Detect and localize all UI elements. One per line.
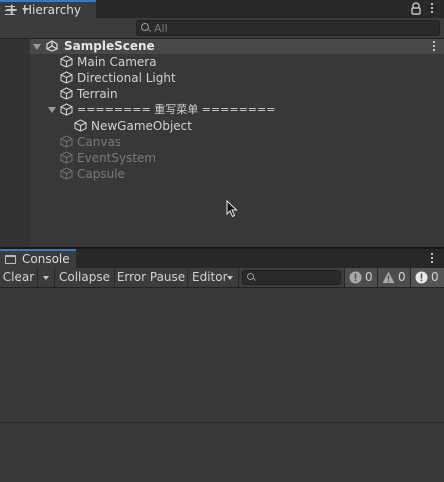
chevron-down-icon (227, 276, 233, 280)
expand-arrow-icon[interactable] (48, 107, 56, 113)
search-icon (247, 273, 254, 280)
gameobject-cube-icon (60, 87, 73, 100)
chevron-down-icon (43, 276, 49, 280)
scene-expand-arrow-icon[interactable] (33, 44, 41, 50)
console-search-field[interactable] (242, 270, 341, 285)
scene-menu-icon[interactable] (432, 41, 436, 53)
hierarchy-item-capsule[interactable]: Capsule (30, 166, 444, 182)
warning-icon (382, 271, 395, 283)
hierarchy-item-label: Directional Light (77, 71, 176, 85)
console-search-input[interactable] (257, 271, 337, 284)
hierarchy-search-input[interactable] (154, 21, 434, 35)
hierarchy-item-new-game-object[interactable]: NewGameObject (30, 118, 444, 134)
editor-dropdown-label: Editor (192, 270, 228, 284)
warning-count-toggle[interactable]: 0 (377, 268, 410, 287)
gameobject-cube-icon (74, 119, 87, 132)
lock-icon[interactable] (410, 2, 422, 15)
hierarchy-item-label: NewGameObject (91, 119, 192, 133)
hierarchy-item-label: Capsule (77, 167, 125, 181)
unity-scene-icon (46, 40, 58, 52)
hierarchy-item-label: Terrain (77, 87, 118, 101)
console-menu-icon[interactable] (430, 253, 434, 265)
hierarchy-item-canvas[interactable]: Canvas (30, 134, 444, 150)
console-icon (5, 255, 16, 264)
warning-count: 0 (398, 270, 406, 284)
error-count-toggle[interactable]: 0 (410, 268, 444, 287)
gameobject-cube-icon (60, 71, 73, 84)
add-icon[interactable]: + (5, 2, 18, 18)
gameobject-cube-icon (60, 55, 73, 68)
gameobject-cube-icon (60, 103, 73, 116)
clear-options-button[interactable] (38, 268, 55, 287)
collapse-button[interactable]: Collapse (55, 268, 115, 287)
error-count: 0 (431, 270, 439, 284)
gameobject-cube-icon (60, 167, 73, 180)
console-log-list[interactable] (0, 288, 444, 422)
editor-dropdown[interactable]: Editor (188, 268, 239, 287)
tab-console[interactable]: Console (0, 249, 76, 268)
gameobject-cube-icon (60, 135, 73, 148)
hierarchy-item-event-system[interactable]: EventSystem (30, 150, 444, 166)
log-count-toggle[interactable]: 0 (344, 268, 377, 287)
gameobject-cube-icon (60, 151, 73, 164)
scene-name: SampleScene (64, 39, 155, 53)
hierarchy-item-label: ======== 重写菜单 ======== (77, 103, 276, 116)
hierarchy-tab-label: Hierarchy (23, 3, 82, 17)
hierarchy-item-label: Main Camera (77, 55, 157, 69)
error-pause-button[interactable]: Error Pause (115, 268, 188, 287)
hierarchy-item-main-camera[interactable]: Main Camera (30, 54, 444, 70)
mouse-cursor-icon (226, 200, 238, 218)
clear-button[interactable]: Clear (0, 268, 38, 287)
log-count: 0 (365, 270, 373, 284)
console-tab-label: Console (22, 252, 70, 266)
info-icon (349, 271, 362, 284)
hierarchy-item-label: EventSystem (77, 151, 157, 165)
hierarchy-menu-icon[interactable] (430, 3, 434, 15)
search-icon (141, 23, 149, 31)
hierarchy-gutter (0, 39, 30, 247)
hierarchy-item-label: Canvas (77, 135, 122, 149)
error-icon (415, 271, 428, 284)
add-dropdown-caret-icon[interactable] (22, 8, 28, 12)
console-detail-pane[interactable] (0, 423, 444, 482)
hierarchy-search-field[interactable] (136, 20, 440, 36)
hierarchy-item-terrain[interactable]: Terrain (30, 86, 444, 102)
hierarchy-item-directional-light[interactable]: Directional Light (30, 70, 444, 86)
hierarchy-item-rewrite-menu[interactable]: ======== 重写菜单 ======== (30, 102, 444, 118)
